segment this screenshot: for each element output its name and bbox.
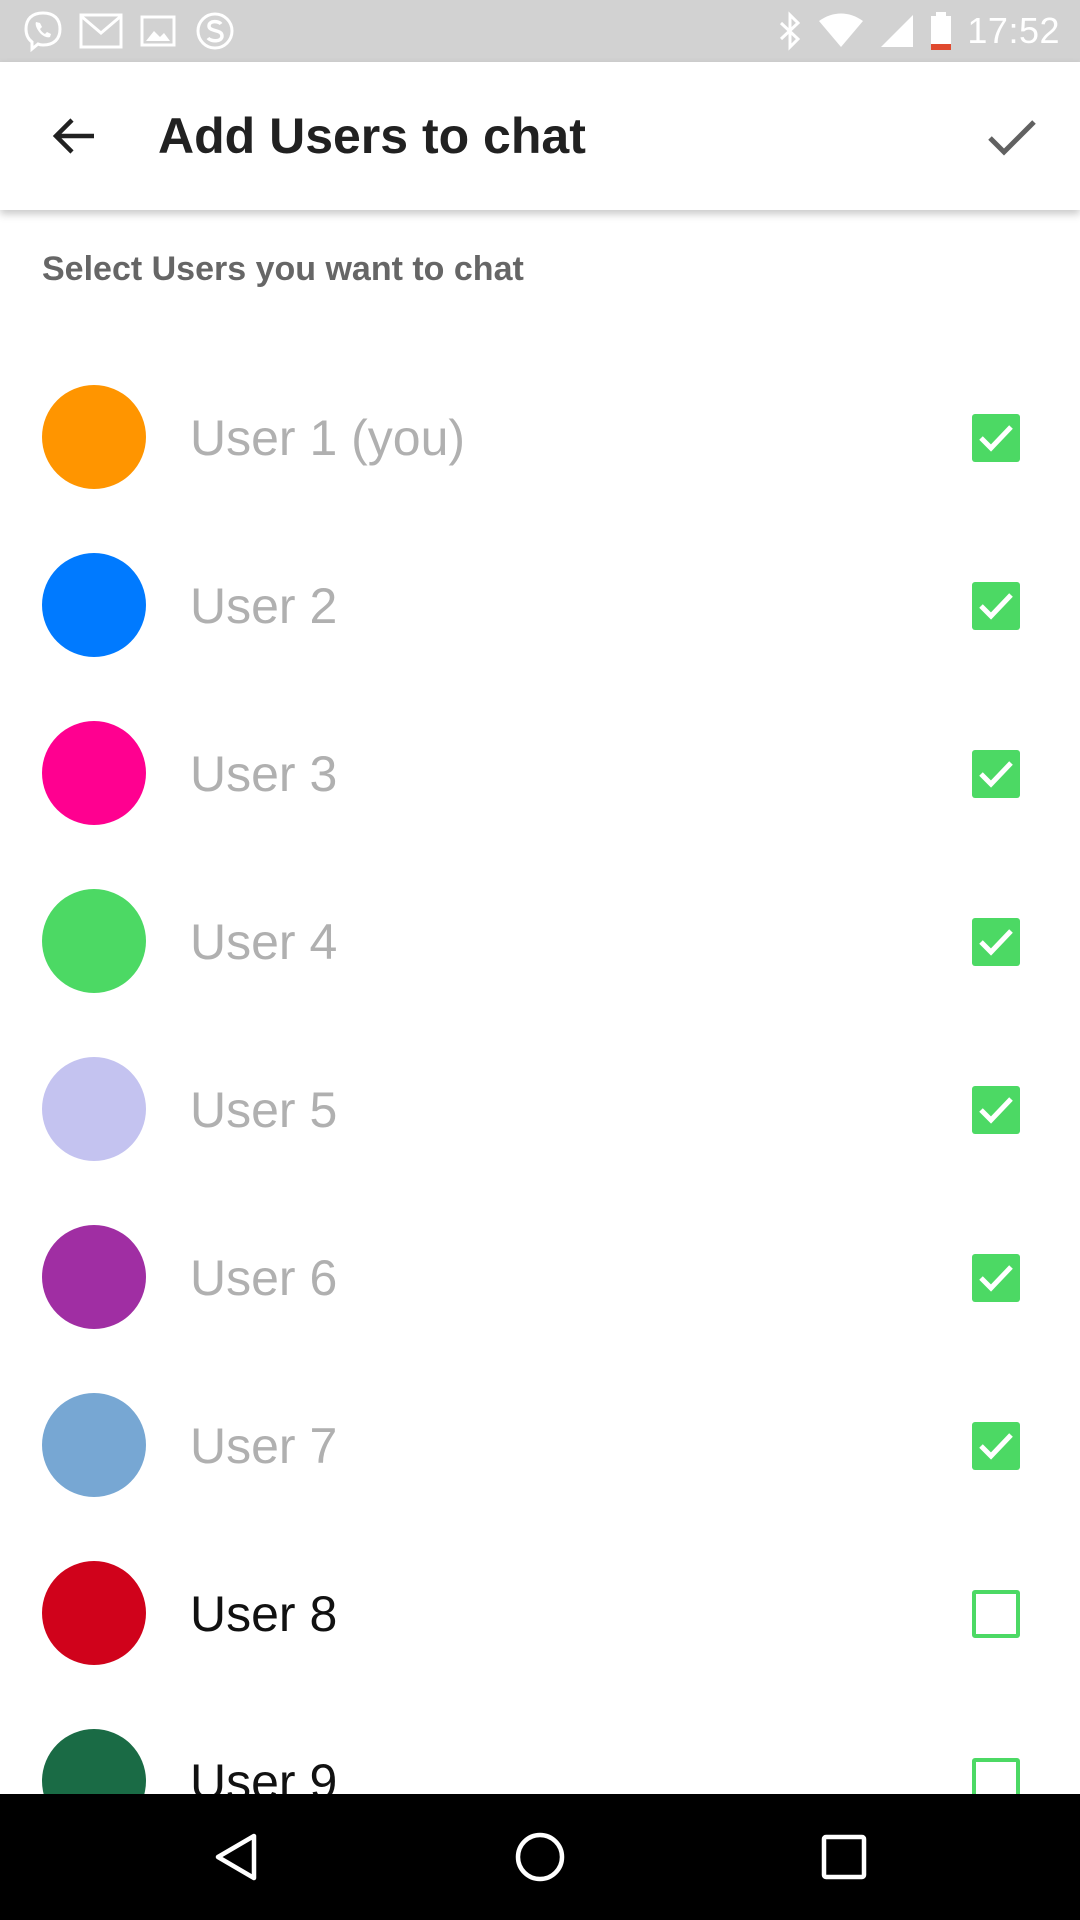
list-item[interactable]: User 9 [0,1692,1080,1794]
user-name: User 6 [190,1250,338,1306]
list-item[interactable]: User 1 (you) [0,348,1080,516]
back-triangle-icon [215,1833,257,1881]
list-item[interactable]: User 6 [0,1188,1080,1356]
list-item[interactable]: User 2 [0,516,1080,684]
list-item[interactable]: User 5 [0,1020,1080,1188]
user-name: User 1 (you) [190,410,466,466]
user-checkbox[interactable] [972,1758,1020,1794]
list-item[interactable]: User 4 [0,852,1080,1020]
user-checkbox[interactable] [972,1590,1020,1638]
skype-icon [196,12,234,50]
wifi-icon [819,13,864,47]
user-name: User 8 [190,1586,338,1642]
avatar [42,1729,146,1794]
viber-icon [24,11,62,52]
battery-icon [931,12,952,50]
signal-icon [881,15,914,47]
avatar [42,385,146,489]
avatar [42,1225,146,1329]
status-bar: 17:52 [0,0,1080,62]
nav-recents-button[interactable] [814,1827,874,1887]
user-checkbox[interactable] [972,1254,1020,1302]
avatar [42,1057,146,1161]
check-mark-icon [979,1097,1013,1124]
user-checkbox[interactable] [972,1422,1020,1470]
avatar [42,553,146,657]
check-mark-icon [979,593,1013,620]
check-mark-icon [979,929,1013,956]
user-name: User 9 [190,1754,338,1794]
check-mark-icon [979,1433,1013,1460]
user-checkbox[interactable] [972,918,1020,966]
system-icons: 17:52 [777,8,1060,54]
check-icon [988,120,1036,156]
user-name: User 2 [190,578,338,634]
user-list: User 1 (you) User 2 User 3 User 4 User 5… [0,348,1080,1794]
bluetooth-icon [780,11,801,51]
nav-back-button[interactable] [206,1827,266,1887]
avatar [42,1561,146,1665]
list-item[interactable]: User 7 [0,1356,1080,1524]
user-name: User 7 [190,1418,338,1474]
list-item[interactable]: User 8 [0,1524,1080,1692]
avatar [42,1393,146,1497]
clock: 17:52 [967,10,1060,51]
list-item[interactable]: User 3 [0,684,1080,852]
recents-square-icon [821,1834,867,1880]
notification-icons [22,8,238,54]
user-name: User 4 [190,914,338,970]
user-checkbox[interactable] [972,1086,1020,1134]
back-button[interactable] [44,106,104,166]
navigation-bar [0,1794,1080,1920]
app-bar: Add Users to chat [0,62,1080,210]
home-circle-icon [515,1832,565,1882]
avatar [42,889,146,993]
check-mark-icon [979,761,1013,788]
check-mark-icon [979,1265,1013,1292]
avatar [42,721,146,825]
confirm-button[interactable] [980,104,1044,168]
nav-home-button[interactable] [510,1827,570,1887]
image-icon [140,15,176,47]
check-mark-icon [979,425,1013,452]
gmail-icon [79,13,123,49]
user-name: User 5 [190,1082,338,1138]
instruction-text: Select Users you want to chat [42,250,524,288]
user-checkbox[interactable] [972,750,1020,798]
user-checkbox[interactable] [972,414,1020,462]
page-title: Add Users to chat [158,108,586,164]
user-checkbox[interactable] [972,582,1020,630]
arrow-left-icon [52,118,94,154]
user-name: User 3 [190,746,338,802]
